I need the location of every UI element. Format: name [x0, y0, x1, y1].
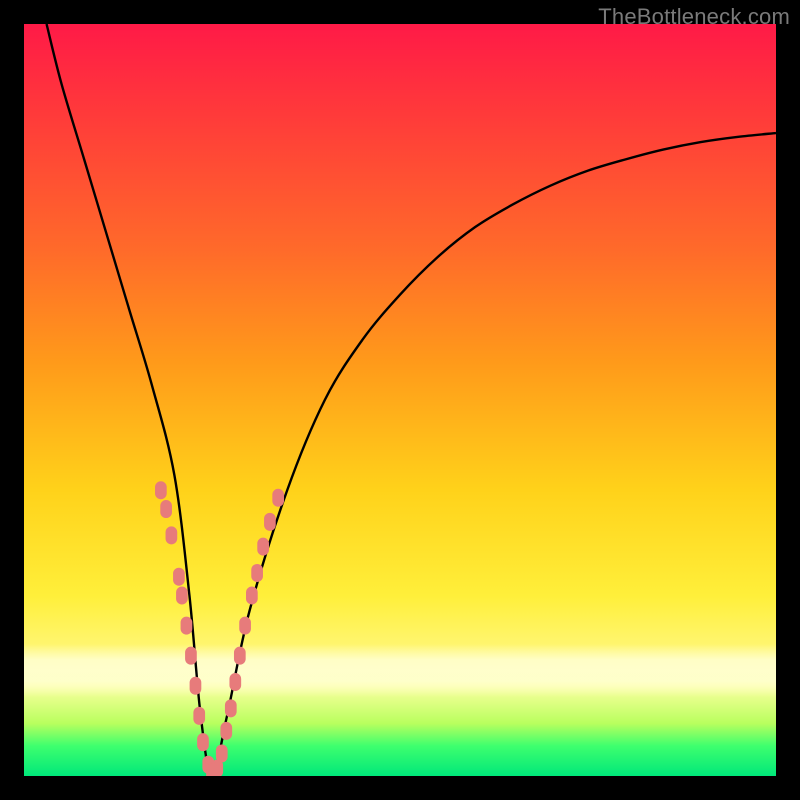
- curve-marker: [239, 617, 251, 635]
- curve-marker: [193, 707, 205, 725]
- curve-marker: [173, 568, 185, 586]
- curve-marker: [272, 489, 284, 507]
- bottleneck-curve: [47, 24, 776, 776]
- curve-markers: [155, 481, 284, 776]
- curve-marker: [185, 647, 197, 665]
- curve-marker: [166, 526, 178, 544]
- curve-marker: [220, 722, 232, 740]
- chart-frame: TheBottleneck.com: [0, 0, 800, 800]
- curve-marker: [257, 538, 269, 556]
- curve-marker: [197, 733, 209, 751]
- curve-marker: [176, 587, 188, 605]
- curve-marker: [225, 699, 237, 717]
- curve-marker: [181, 617, 193, 635]
- curve-layer: [24, 24, 776, 776]
- plot-area: [24, 24, 776, 776]
- curve-marker: [264, 513, 276, 531]
- curve-marker: [155, 481, 167, 499]
- watermark-text: TheBottleneck.com: [598, 4, 790, 30]
- curve-marker: [246, 587, 258, 605]
- curve-marker: [234, 647, 246, 665]
- curve-marker: [160, 500, 172, 518]
- curve-marker: [216, 744, 228, 762]
- curve-marker: [229, 673, 241, 691]
- curve-marker: [190, 677, 202, 695]
- curve-marker: [251, 564, 263, 582]
